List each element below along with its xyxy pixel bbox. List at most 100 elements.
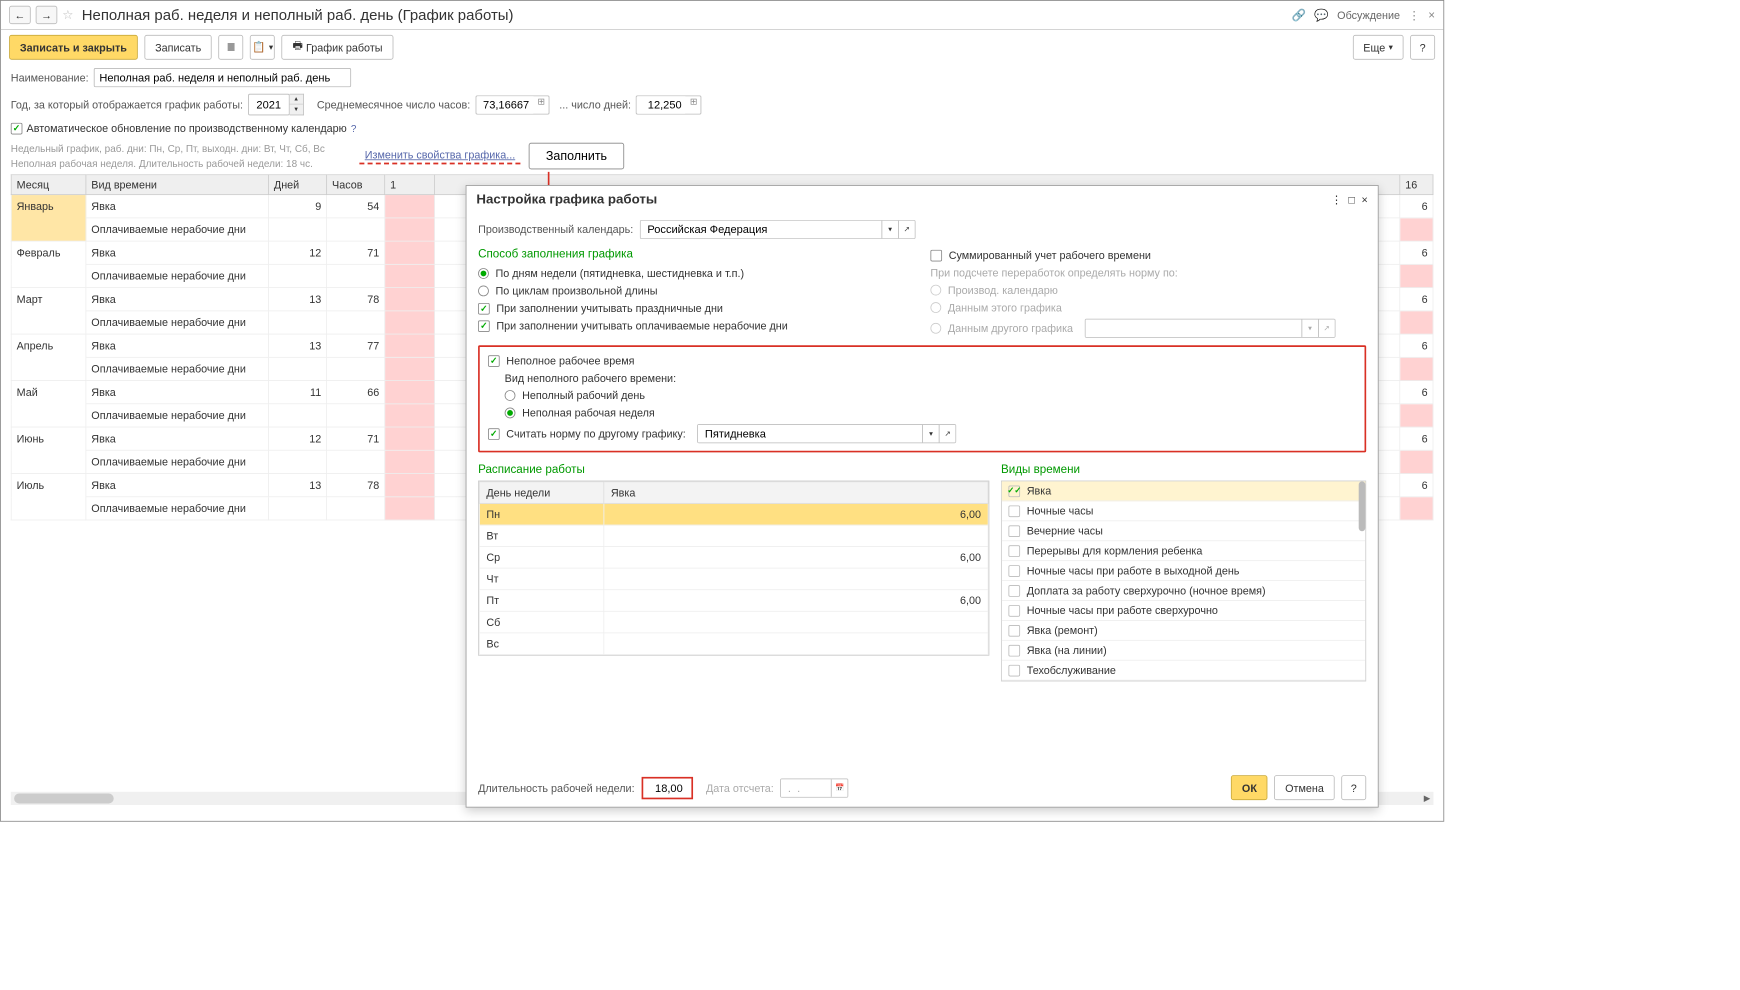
summed-checkbox[interactable]: [930, 249, 942, 261]
combo-open-3[interactable]: ↗: [939, 425, 956, 442]
time-type-checkbox[interactable]: ✓: [1008, 485, 1020, 497]
combo-down-icon[interactable]: ▾: [881, 221, 898, 238]
subtext-week: Неполная рабочая неделя. Длительность ра…: [11, 156, 335, 171]
time-type-checkbox[interactable]: [1008, 505, 1020, 517]
more-button[interactable]: Еще▾: [1352, 35, 1403, 60]
type-cell-paid: Оплачиваемые нерабочие дни: [86, 497, 269, 520]
day-name-cell[interactable]: Чт: [479, 568, 604, 590]
time-type-label: Явка (на линии): [1027, 644, 1107, 656]
link-icon[interactable]: 🔗: [1292, 8, 1306, 22]
h-scroll-right[interactable]: ▶: [1420, 794, 1433, 803]
day-cell: [385, 334, 435, 357]
ok-button[interactable]: ОК: [1231, 775, 1268, 800]
col-attend: Явка: [604, 482, 988, 504]
back-button[interactable]: ←: [9, 6, 31, 24]
hours-cell: 78: [327, 288, 385, 311]
chat-icon: 💬: [1314, 8, 1328, 22]
fill-button[interactable]: Заполнить: [528, 143, 624, 170]
favorite-icon[interactable]: ☆: [62, 7, 73, 22]
radio-partday[interactable]: [505, 390, 516, 401]
day-name-cell[interactable]: Пт: [479, 590, 604, 612]
day-hours-cell[interactable]: 6,00: [604, 590, 988, 612]
calc-icon[interactable]: ⊞: [534, 96, 548, 113]
popup-close-icon[interactable]: ×: [1362, 193, 1368, 206]
copy-icon-button[interactable]: 📋▾: [250, 35, 275, 60]
time-type-checkbox[interactable]: [1008, 644, 1020, 656]
time-type-label: Явка (ремонт): [1027, 624, 1098, 636]
col-days: Дней: [269, 175, 327, 195]
list-icon-button[interactable]: ≣: [219, 35, 244, 60]
day-name-cell[interactable]: Вс: [479, 633, 604, 655]
forward-button[interactable]: →: [36, 6, 58, 24]
time-type-checkbox[interactable]: [1008, 585, 1020, 597]
h-scroll-thumb[interactable]: [14, 793, 114, 803]
time-type-checkbox[interactable]: [1008, 565, 1020, 577]
v-scroll-thumb[interactable]: [1359, 481, 1366, 531]
day-name-cell[interactable]: Пн: [479, 503, 604, 525]
hours-cell: 77: [327, 334, 385, 357]
save-button[interactable]: Записать: [144, 35, 212, 60]
time-types-list[interactable]: ✓ЯвкаНочные часыВечерние часыПерерывы дл…: [1001, 481, 1366, 682]
time-type-checkbox[interactable]: [1008, 625, 1020, 637]
summed-label: Суммированный учет рабочего времени: [949, 249, 1151, 261]
day-hours-cell[interactable]: [604, 525, 988, 547]
day-hours-cell[interactable]: [604, 611, 988, 633]
week-schedule-table[interactable]: День недели Явка Пн6,00ВтСр6,00ЧтПт6,00С…: [479, 481, 989, 654]
time-type-checkbox[interactable]: [1008, 545, 1020, 557]
month-cell: Июнь: [11, 427, 86, 473]
type-cell: Явка: [86, 241, 269, 264]
parttime-checkbox[interactable]: [488, 355, 500, 367]
holidays-checkbox[interactable]: [478, 303, 490, 315]
radio-by-cycles[interactable]: [478, 286, 489, 297]
holidays-label: При заполнении учитывать праздничные дни: [496, 302, 723, 314]
day-hours-cell[interactable]: [604, 568, 988, 590]
day-name-cell[interactable]: Ср: [479, 547, 604, 569]
time-type-checkbox[interactable]: [1008, 525, 1020, 537]
change-props-link[interactable]: Изменить свойства графика...: [360, 148, 520, 164]
days-input[interactable]: [637, 96, 687, 113]
time-type-label: Ночные часы при работе в выходной день: [1027, 564, 1240, 576]
partday-label: Неполный рабочий день: [522, 389, 645, 401]
year-up[interactable]: ▲: [289, 95, 302, 105]
combo-down-3[interactable]: ▾: [922, 425, 939, 442]
name-input[interactable]: [94, 68, 351, 87]
paid-nonwork-checkbox[interactable]: [478, 320, 490, 332]
radio-partweek[interactable]: [505, 408, 516, 419]
auto-update-checkbox[interactable]: [11, 122, 23, 134]
days-cell: 13: [269, 474, 327, 497]
day-hours-cell[interactable]: [604, 633, 988, 655]
day-hours-cell[interactable]: 6,00: [604, 503, 988, 525]
time-type-checkbox[interactable]: [1008, 664, 1020, 676]
date-label: Дата отсчета:: [706, 781, 774, 793]
cancel-button[interactable]: Отмена: [1274, 775, 1334, 800]
calendar-combo[interactable]: [641, 221, 882, 238]
week-len-input[interactable]: [646, 779, 688, 796]
avg-hours-input[interactable]: [476, 96, 534, 113]
close-icon[interactable]: ×: [1428, 8, 1435, 21]
days-cell: 13: [269, 334, 327, 357]
more-vert-icon[interactable]: ⋮: [1408, 8, 1420, 22]
day-cell-16: 6: [1400, 334, 1433, 357]
radio-by-days[interactable]: [478, 268, 489, 279]
help-button[interactable]: ?: [1410, 35, 1435, 60]
calc-icon-2[interactable]: ⊞: [687, 96, 701, 113]
combo-open-icon[interactable]: ↗: [898, 221, 915, 238]
graph-button[interactable]: 🖶 График работы: [282, 35, 394, 60]
day-cell-16: 6: [1400, 241, 1433, 264]
popup-max-icon[interactable]: □: [1348, 193, 1355, 206]
save-close-button[interactable]: Записать и закрыть: [9, 35, 138, 60]
day-name-cell[interactable]: Сб: [479, 611, 604, 633]
year-down[interactable]: ▼: [289, 105, 302, 115]
time-type-checkbox[interactable]: [1008, 605, 1020, 617]
day-name-cell[interactable]: Вт: [479, 525, 604, 547]
popup-more-icon[interactable]: ⋮: [1331, 193, 1342, 206]
norm-other-graph-combo[interactable]: [698, 425, 922, 442]
days-cell: 12: [269, 241, 327, 264]
discussion-link[interactable]: Обсуждение: [1337, 9, 1400, 21]
popup-help-button[interactable]: ?: [1341, 775, 1366, 800]
day-hours-cell[interactable]: 6,00: [604, 547, 988, 569]
year-label: Год, за который отображается график рабо…: [11, 98, 243, 110]
help-icon[interactable]: ?: [351, 122, 357, 134]
norm-other-graph-checkbox[interactable]: [488, 428, 500, 440]
year-input[interactable]: [248, 94, 290, 116]
